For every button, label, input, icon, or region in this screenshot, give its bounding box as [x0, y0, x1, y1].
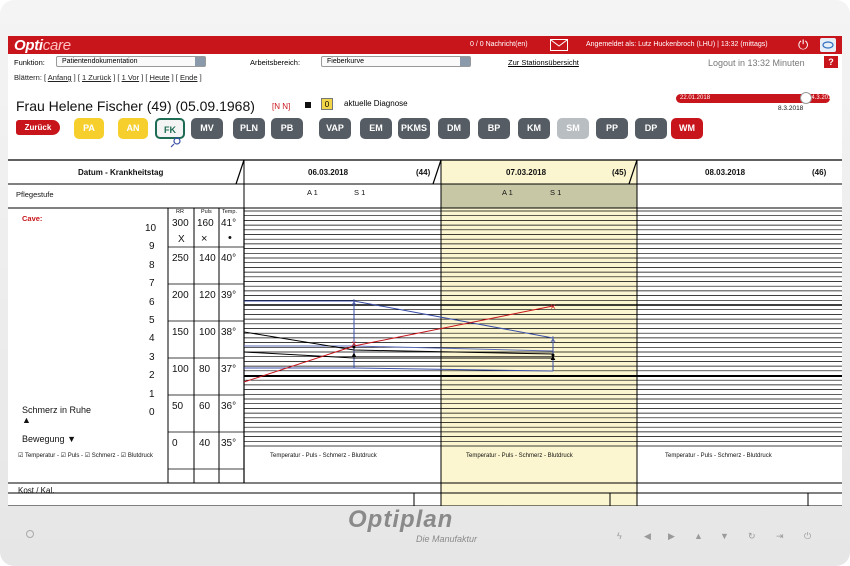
- arrow-left-icon[interactable]: ◀: [644, 531, 651, 542]
- device-brand: Optiplan: [348, 506, 454, 533]
- led-icon: [26, 530, 34, 538]
- temp-marker-day2: ●: [551, 352, 555, 359]
- vital-series: ▲ ▲●●××⅄⅄: [243, 298, 557, 383]
- pulse-marker-day2: ×: [550, 302, 556, 313]
- bp-sys-marker-day2: ⅄: [550, 335, 556, 344]
- device-power-icon[interactable]: ⏻: [804, 531, 811, 542]
- arrow-right-icon[interactable]: ▶: [668, 531, 675, 542]
- pulse-marker-day1: ×: [351, 339, 357, 350]
- pain-line: [243, 331, 554, 355]
- bp-systolic-line: [244, 300, 554, 339]
- device-tagline: Die Manufaktur: [416, 534, 478, 544]
- bp-diastolic-line: [244, 367, 554, 372]
- bp-upper-line: [244, 345, 554, 352]
- screen: Opticare 0 / 0 Nachricht(en) Angemeldet …: [8, 36, 842, 506]
- brightness-icon[interactable]: ϟ: [617, 531, 622, 541]
- pain-marker-day1: ▲: [350, 350, 358, 359]
- arrow-up-icon[interactable]: ▲: [694, 531, 703, 541]
- input-icon[interactable]: ⇥: [776, 531, 784, 542]
- arrow-down-icon[interactable]: ▼: [720, 531, 729, 541]
- bp-sys-marker-day1: ⅄: [351, 298, 357, 307]
- rotate-icon[interactable]: ↻: [748, 531, 756, 542]
